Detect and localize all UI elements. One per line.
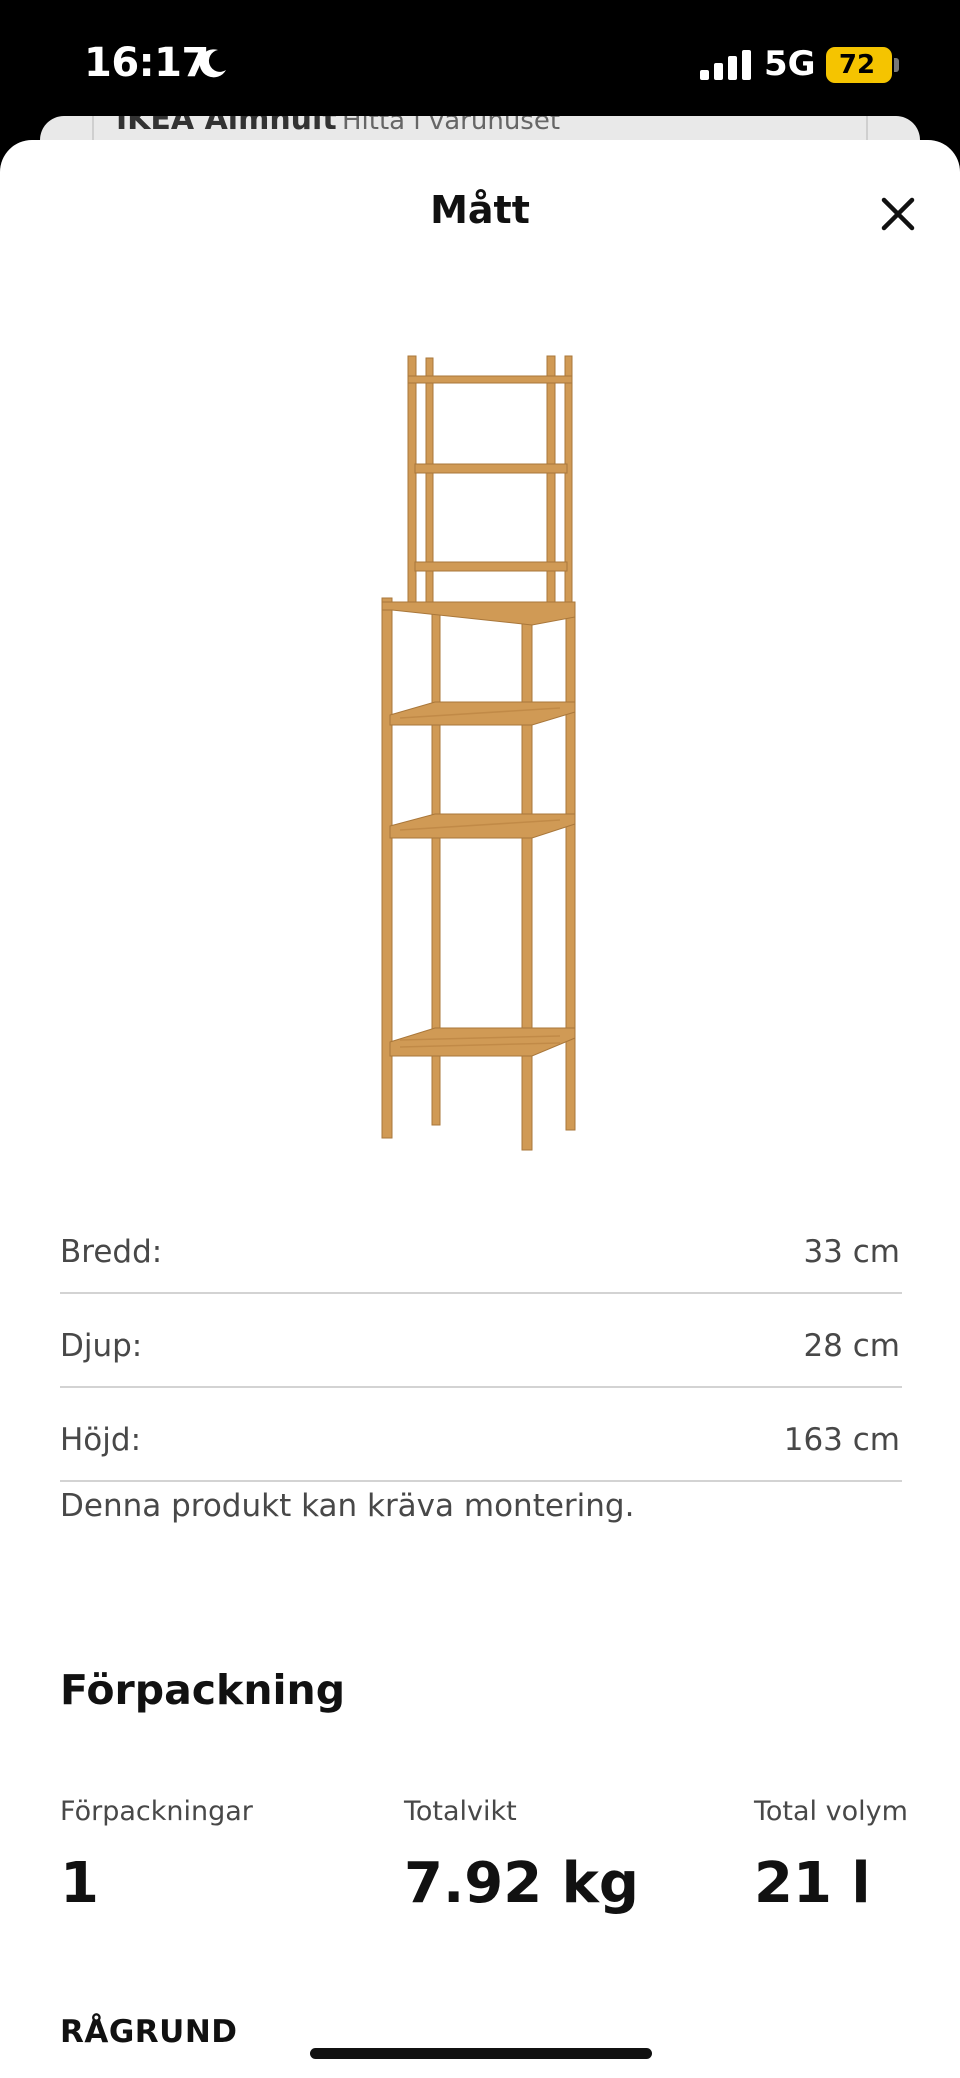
- packaging-count-label: Förpackningar: [60, 1796, 253, 1827]
- dimension-label: Bredd:: [60, 1234, 163, 1270]
- dimension-value: 163 cm: [783, 1422, 900, 1458]
- assembly-note: Denna produkt kan kräva montering.: [60, 1488, 635, 1524]
- packaging-weight: Totalvikt 7.92 kg: [404, 1796, 639, 1916]
- status-bar: 16:17 5G 72: [0, 0, 960, 130]
- status-time: 16:17: [84, 40, 209, 86]
- sheet-title: Mått: [430, 188, 530, 232]
- packaging-count-value: 1: [60, 1851, 99, 1916]
- packaging-heading: Förpackning: [60, 1666, 346, 1714]
- close-icon: [881, 197, 915, 231]
- background-store-name: IKEA Almhult: [116, 116, 337, 137]
- dimensions-sheet: Mått Bredd: 33 cm Djup: 28 cm Höjd: 163 …: [0, 140, 960, 2078]
- close-button[interactable]: [868, 184, 928, 244]
- packaging-weight-label: Totalvikt: [404, 1796, 517, 1827]
- dimension-value: 33 cm: [803, 1234, 900, 1270]
- dimension-value: 28 cm: [803, 1328, 900, 1364]
- dimension-row-height: Höjd: 163 cm: [60, 1388, 902, 1482]
- dimension-label: Höjd:: [60, 1422, 142, 1458]
- signal-icon: [700, 50, 751, 80]
- packaging-volume: Total volym 21 l: [754, 1796, 908, 1916]
- dimension-label: Djup:: [60, 1328, 143, 1364]
- moon-icon: [199, 49, 226, 78]
- packaging-weight-value: 7.92 kg: [404, 1851, 639, 1916]
- packaging-volume-value: 21 l: [754, 1851, 871, 1916]
- battery-tip: [894, 58, 899, 72]
- dimension-row-depth: Djup: 28 cm: [60, 1294, 902, 1388]
- home-indicator[interactable]: [310, 2048, 652, 2059]
- packaging-volume-label: Total volym: [754, 1796, 908, 1827]
- network-label: 5G: [764, 44, 816, 84]
- battery-level: 72: [838, 50, 876, 80]
- product-image: [381, 355, 576, 1151]
- product-name: RÅGRUND: [60, 2014, 238, 2050]
- battery-icon: 72: [826, 47, 892, 83]
- background-find-in-store: Hitta i varuhuset: [342, 116, 561, 136]
- dimension-row-width: Bredd: 33 cm: [60, 1200, 902, 1294]
- packaging-count: Förpackningar 1: [60, 1796, 253, 1916]
